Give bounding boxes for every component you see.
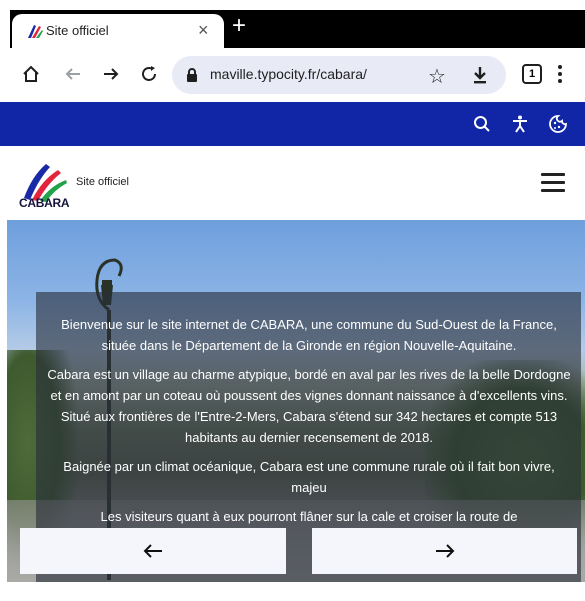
- previous-button[interactable]: [20, 528, 286, 574]
- reload-icon[interactable]: [136, 61, 162, 87]
- address-bar[interactable]: maville.typocity.fr/cabara/ ☆: [172, 56, 506, 94]
- intro-paragraph: Baignée par un climat océanique, Cabara …: [63, 459, 555, 495]
- tab-close-icon[interactable]: ×: [198, 20, 209, 41]
- accessibility-icon[interactable]: [510, 114, 530, 134]
- cookie-icon[interactable]: [548, 114, 568, 134]
- utility-bar: [0, 102, 585, 146]
- page-bottom: [0, 582, 585, 601]
- url-text[interactable]: maville.typocity.fr/cabara/: [210, 66, 367, 82]
- browser-toolbar: maville.typocity.fr/cabara/ ☆ 1: [0, 48, 585, 102]
- menu-icon[interactable]: [556, 62, 564, 86]
- home-icon[interactable]: [18, 61, 44, 87]
- browser-tab-strip: Site officiel × +: [0, 0, 585, 48]
- intro-paragraph: Les visiteurs quant à eux pourront flâne…: [100, 509, 518, 524]
- download-icon[interactable]: [470, 64, 490, 86]
- right-arrow-icon: [435, 544, 454, 558]
- search-icon[interactable]: [472, 114, 492, 134]
- browser-tab[interactable]: Site officiel ×: [12, 14, 224, 48]
- back-icon[interactable]: [60, 61, 86, 87]
- site-header: CABARA Site officiel: [0, 146, 585, 220]
- next-button[interactable]: [312, 528, 577, 574]
- tab-title: Site officiel: [46, 23, 109, 38]
- lock-icon[interactable]: [184, 67, 200, 83]
- tabs-icon[interactable]: 1: [522, 64, 542, 84]
- new-tab-button[interactable]: +: [232, 14, 246, 38]
- cabara-logo-icon: [28, 25, 43, 38]
- intro-paragraph: Cabara est un village au charme atypique…: [47, 367, 571, 445]
- logo-text: CABARA: [19, 196, 70, 210]
- left-arrow-icon: [143, 544, 162, 558]
- site-label: Site officiel: [76, 176, 129, 188]
- hamburger-menu-icon[interactable]: [541, 173, 565, 193]
- star-icon[interactable]: ☆: [428, 64, 446, 89]
- forward-icon[interactable]: [98, 61, 124, 87]
- intro-paragraph: Bienvenue sur le site internet de CABARA…: [61, 317, 557, 353]
